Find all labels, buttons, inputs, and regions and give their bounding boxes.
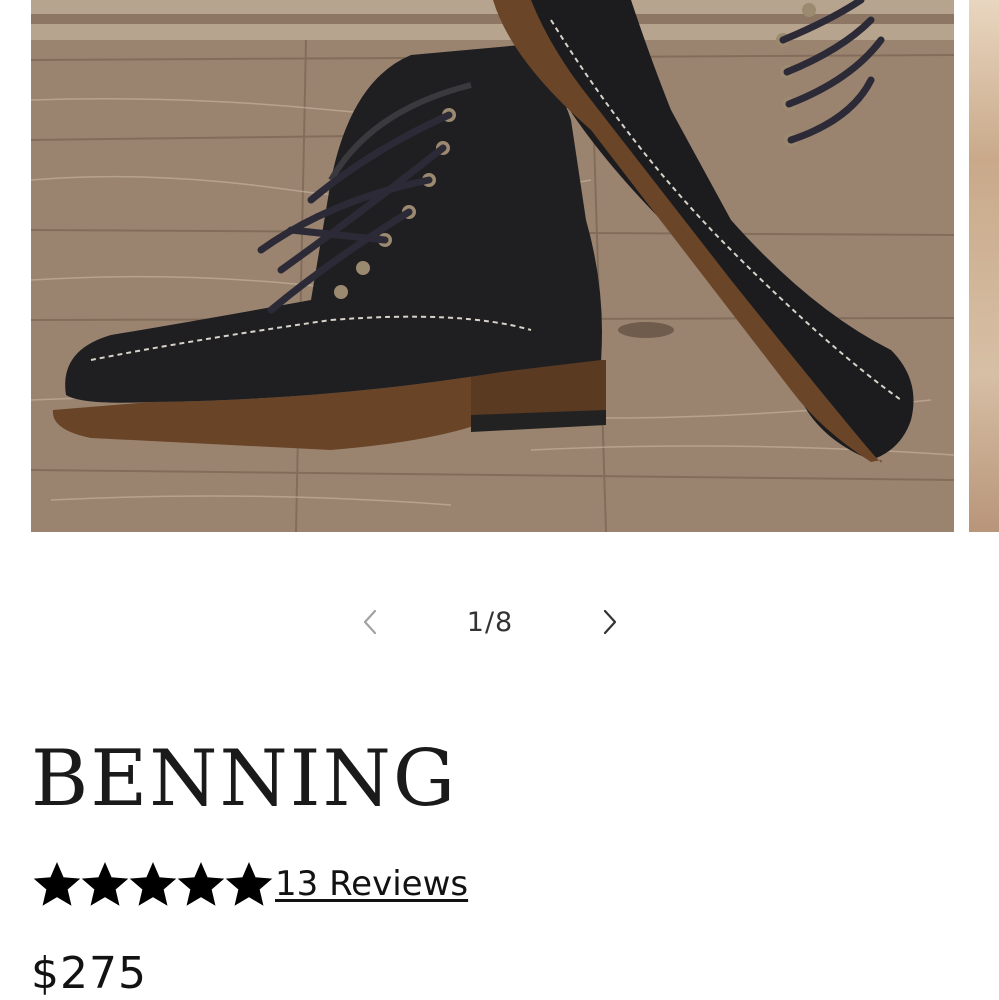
star-icon bbox=[33, 862, 81, 906]
rating-row: 13 Reviews bbox=[33, 858, 468, 910]
chevron-right-icon bbox=[603, 609, 617, 635]
product-image[interactable] bbox=[31, 0, 954, 532]
next-slide-button[interactable] bbox=[580, 596, 640, 648]
product-price: $275 bbox=[31, 948, 147, 999]
star-icon bbox=[81, 862, 129, 906]
star-icon bbox=[225, 862, 273, 906]
product-page: 1/8 BENNING 13 Reviews $275 bbox=[0, 0, 999, 1000]
star-icon bbox=[177, 862, 225, 906]
reviews-link[interactable]: 13 Reviews bbox=[275, 864, 468, 904]
slider-controls: 1/8 bbox=[340, 596, 640, 648]
product-gallery[interactable] bbox=[0, 0, 999, 532]
next-slide-preview[interactable] bbox=[969, 0, 999, 532]
product-title: BENNING bbox=[31, 734, 458, 824]
slide-counter: 1/8 bbox=[466, 606, 514, 638]
chevron-left-icon bbox=[363, 609, 377, 635]
previous-slide-button[interactable] bbox=[340, 596, 400, 648]
star-rating bbox=[33, 861, 273, 907]
star-icon bbox=[129, 862, 177, 906]
